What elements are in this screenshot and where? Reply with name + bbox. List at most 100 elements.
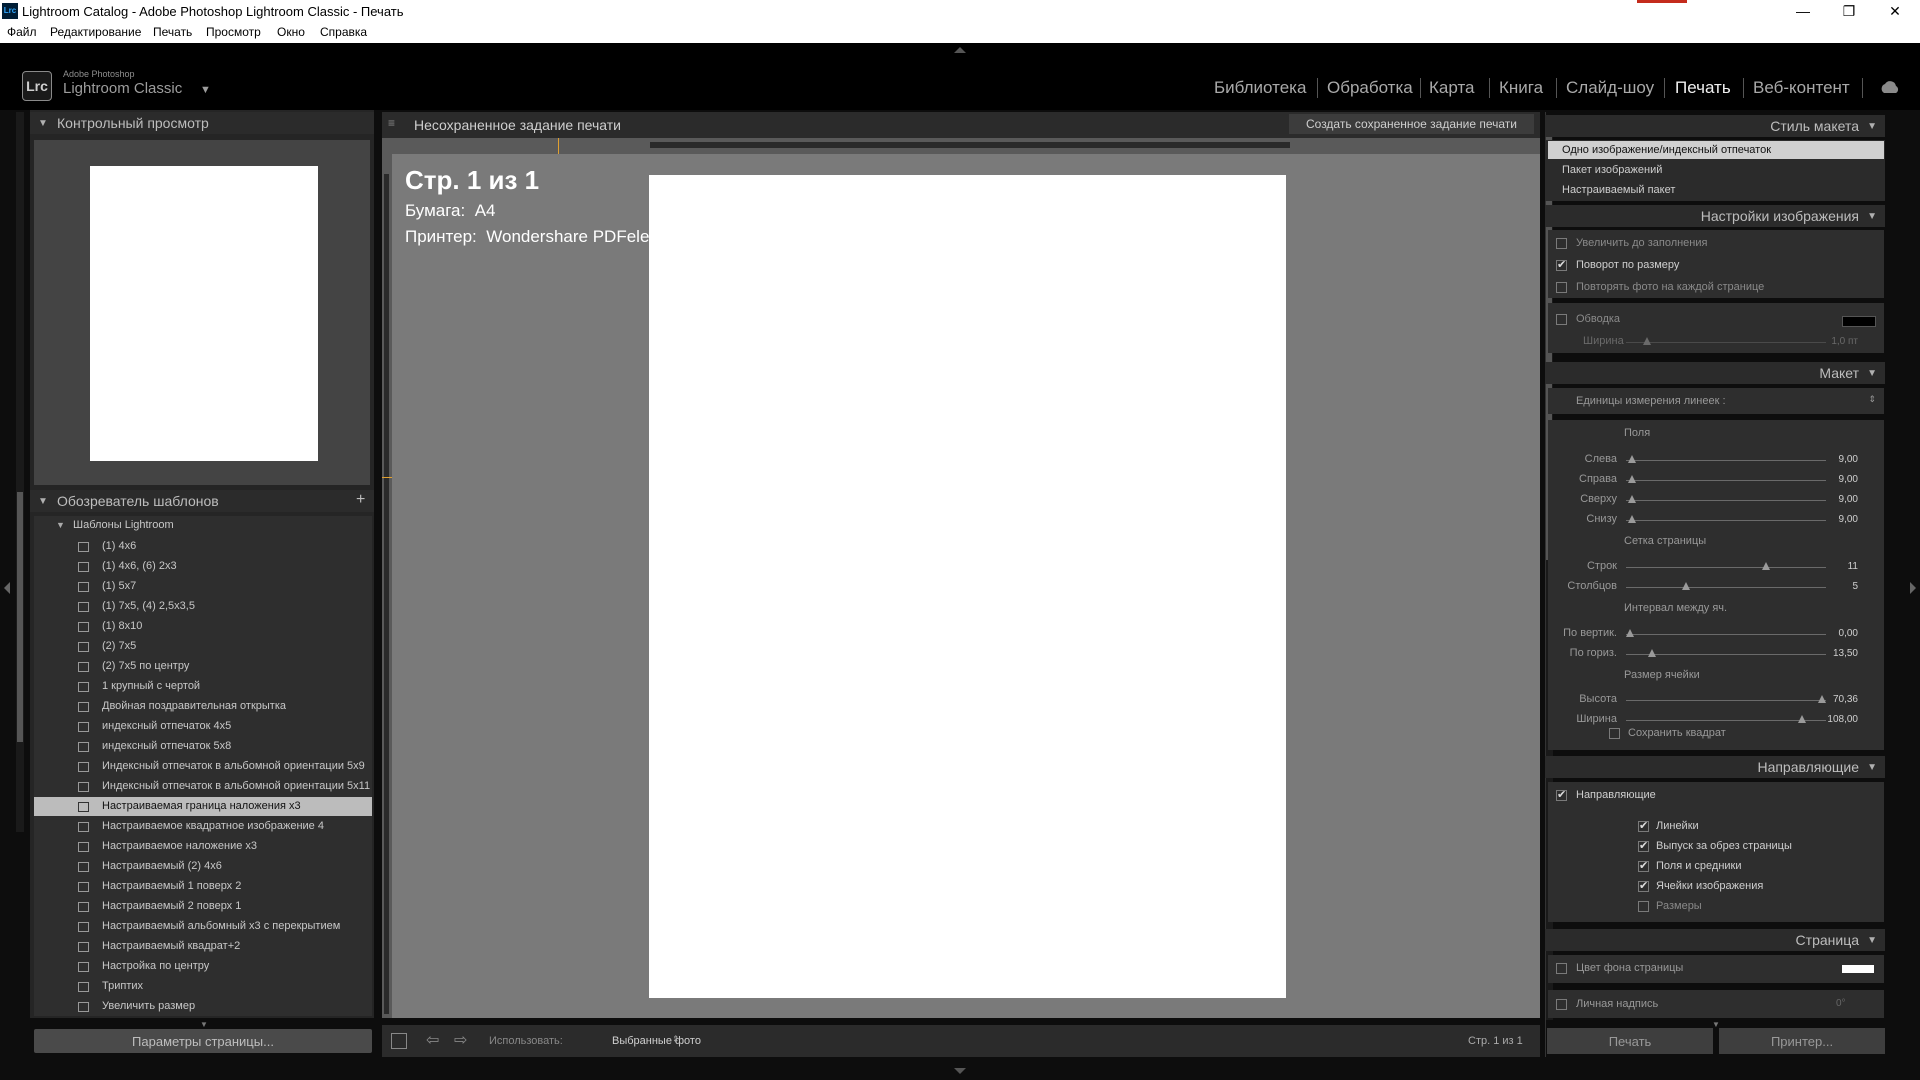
template-item[interactable]: 1 крупный с чертой bbox=[34, 677, 372, 696]
collapse-triangle-icon[interactable]: ▼ bbox=[38, 118, 48, 129]
page-header[interactable]: Страница ▼ bbox=[1545, 929, 1885, 951]
template-item[interactable]: (2) 7x5 bbox=[34, 637, 372, 656]
slider-track[interactable] bbox=[1626, 520, 1826, 521]
guides-header[interactable]: Направляющие ▼ bbox=[1545, 756, 1885, 778]
identity-plate-checkbox[interactable] bbox=[1556, 999, 1567, 1010]
template-item[interactable]: (1) 5x7 bbox=[34, 577, 372, 596]
template-item[interactable]: (1) 4x6, (6) 2x3 bbox=[34, 557, 372, 576]
menu-file[interactable]: Файл bbox=[7, 25, 37, 39]
slider-value[interactable]: 5 bbox=[1818, 581, 1858, 592]
use-select[interactable]: Выбранные фото bbox=[612, 1035, 701, 1047]
brand-dropdown-icon[interactable]: ▼ bbox=[200, 84, 211, 96]
layout-style-header[interactable]: Стиль макета ▼ bbox=[1545, 115, 1885, 137]
print-page[interactable] bbox=[649, 175, 1286, 998]
left-scrollbar[interactable] bbox=[16, 112, 24, 832]
module-develop[interactable]: Обработка bbox=[1327, 78, 1413, 98]
template-item[interactable]: Настраиваемый квадрат+2 bbox=[34, 937, 372, 956]
slider-track[interactable] bbox=[1626, 460, 1826, 461]
slider-track[interactable] bbox=[1626, 500, 1826, 501]
template-item[interactable]: (1) 4x6 bbox=[34, 537, 372, 556]
left-scrollbar-thumb[interactable] bbox=[17, 492, 23, 742]
template-item[interactable]: Настройка по центру bbox=[34, 957, 372, 976]
slider-knob[interactable] bbox=[1762, 562, 1770, 570]
next-page-icon[interactable]: ⇨ bbox=[454, 1030, 467, 1050]
stroke-color-swatch[interactable] bbox=[1842, 316, 1876, 327]
save-print-job-button[interactable]: Создать сохраненное задание печати bbox=[1289, 114, 1534, 134]
slider-knob[interactable] bbox=[1798, 715, 1806, 723]
collapse-triangle-icon[interactable]: ▼ bbox=[1867, 762, 1877, 773]
maximize-button[interactable]: ❐ bbox=[1826, 0, 1872, 22]
template-item[interactable]: Двойная поздравительная открытка bbox=[34, 697, 372, 716]
page-bg-swatch[interactable] bbox=[1842, 965, 1874, 973]
module-print[interactable]: Печать bbox=[1675, 78, 1731, 98]
template-item[interactable]: индексный отпечаток 5x8 bbox=[34, 737, 372, 756]
slider-knob[interactable] bbox=[1626, 629, 1634, 637]
menu-window[interactable]: Окно bbox=[277, 25, 305, 39]
slider-track[interactable] bbox=[1626, 587, 1826, 588]
module-map[interactable]: Карта bbox=[1429, 78, 1475, 98]
menu-edit[interactable]: Редактирование bbox=[50, 25, 141, 39]
slider-knob[interactable] bbox=[1628, 495, 1636, 503]
collapse-triangle-icon[interactable]: ▼ bbox=[1867, 935, 1877, 946]
previous-page-icon[interactable]: ⇦ bbox=[426, 1030, 439, 1050]
template-item[interactable]: Индексный отпечаток в альбомной ориентац… bbox=[34, 777, 372, 796]
template-item[interactable]: индексный отпечаток 4x5 bbox=[34, 717, 372, 736]
print-button[interactable]: Печать bbox=[1547, 1028, 1713, 1054]
layout-header[interactable]: Макет ▼ bbox=[1545, 362, 1885, 384]
slider-knob[interactable] bbox=[1682, 582, 1690, 590]
add-template-icon[interactable]: + bbox=[356, 491, 365, 509]
template-group-label[interactable]: Шаблоны Lightroom bbox=[73, 519, 174, 531]
page-view-icon[interactable] bbox=[391, 1033, 407, 1049]
template-item[interactable]: (1) 8x10 bbox=[34, 617, 372, 636]
slider-knob[interactable] bbox=[1648, 649, 1656, 657]
slider-value[interactable]: 9,00 bbox=[1818, 494, 1858, 505]
guide-checkbox[interactable] bbox=[1638, 901, 1649, 912]
group-expand-triangle-icon[interactable]: ▼ bbox=[56, 520, 65, 530]
zoom-fill-checkbox[interactable] bbox=[1556, 238, 1567, 249]
slider-value[interactable]: 108,00 bbox=[1818, 714, 1858, 725]
collapse-triangle-icon[interactable]: ▼ bbox=[1867, 211, 1877, 222]
template-item[interactable]: Индексный отпечаток в альбомной ориентац… bbox=[34, 757, 372, 776]
collapse-triangle-icon[interactable]: ▼ bbox=[1867, 121, 1877, 132]
right-panel-toggle-icon[interactable] bbox=[1910, 582, 1916, 594]
slider-value[interactable]: 0,00 bbox=[1818, 628, 1858, 639]
stroke-width-slider[interactable] bbox=[1626, 342, 1826, 343]
page-bg-checkbox[interactable] bbox=[1556, 963, 1567, 974]
slider-value[interactable]: 11 bbox=[1818, 561, 1858, 572]
guide-checkbox[interactable]: ✔ bbox=[1638, 841, 1649, 852]
identity-plate-angle[interactable]: 0° bbox=[1836, 998, 1846, 1009]
template-item[interactable]: Настраиваемый 1 поверх 2 bbox=[34, 877, 372, 896]
slider-track[interactable] bbox=[1626, 720, 1826, 721]
show-guides-checkbox[interactable]: ✔ bbox=[1556, 790, 1567, 801]
rotate-fit-checkbox[interactable]: ✔ bbox=[1556, 260, 1567, 271]
template-item[interactable]: Настраиваемое наложение x3 bbox=[34, 837, 372, 856]
layout-style-option[interactable]: Пакет изображений bbox=[1562, 164, 1662, 176]
slider-knob[interactable] bbox=[1628, 475, 1636, 483]
slider-value[interactable]: 9,00 bbox=[1818, 514, 1858, 525]
slider-track[interactable] bbox=[1626, 480, 1826, 481]
slider-value[interactable]: 13,50 bbox=[1818, 648, 1858, 659]
menu-print[interactable]: Печать bbox=[153, 25, 192, 39]
module-slideshow[interactable]: Слайд-шоу bbox=[1566, 78, 1654, 98]
template-browser-header[interactable]: ▼ Обозреватель шаблонов + bbox=[30, 490, 374, 512]
stroke-width-knob[interactable] bbox=[1643, 337, 1651, 345]
collapse-triangle-icon[interactable]: ▼ bbox=[1867, 368, 1877, 379]
layout-style-option-selected[interactable]: Одно изображение/индексный отпечаток bbox=[1548, 141, 1884, 159]
slider-knob[interactable] bbox=[1628, 515, 1636, 523]
template-item[interactable]: (1) 7x5, (4) 2,5x3,5 bbox=[34, 597, 372, 616]
image-settings-header[interactable]: Настройки изображения ▼ bbox=[1545, 205, 1885, 227]
menu-view[interactable]: Просмотр bbox=[206, 25, 261, 39]
keep-square-checkbox[interactable] bbox=[1609, 728, 1620, 739]
cloud-sync-icon[interactable] bbox=[1878, 78, 1902, 98]
guide-checkbox[interactable]: ✔ bbox=[1638, 821, 1649, 832]
guide-checkbox[interactable]: ✔ bbox=[1638, 861, 1649, 872]
collapse-triangle-icon[interactable]: ▼ bbox=[38, 496, 48, 507]
ruler-units-select[interactable]: Единицы измерения линеек : ⇕ bbox=[1548, 388, 1884, 414]
module-web[interactable]: Веб-контент bbox=[1753, 78, 1850, 98]
page-setup-button[interactable]: Параметры страницы... bbox=[34, 1029, 372, 1053]
collapse-top-icon[interactable] bbox=[954, 47, 966, 53]
stroke-checkbox[interactable] bbox=[1556, 314, 1567, 325]
printer-button[interactable]: Принтер... bbox=[1719, 1028, 1885, 1054]
menu-help[interactable]: Справка bbox=[320, 25, 367, 39]
collapse-bottom-icon[interactable] bbox=[954, 1068, 966, 1074]
